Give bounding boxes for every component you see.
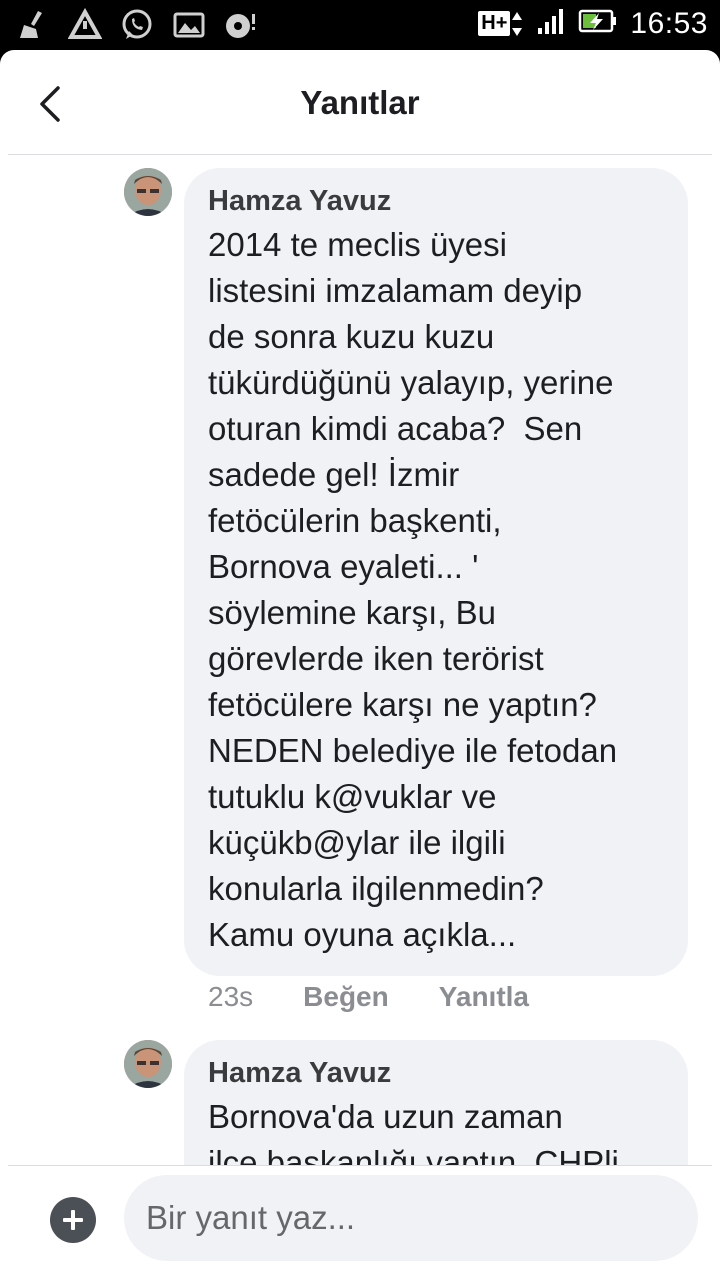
plus-icon <box>63 1210 83 1230</box>
comment-text: 2014 te meclis üyesi listesini imzalamam… <box>208 226 618 953</box>
whatsapp-icon <box>120 8 154 42</box>
reply-button[interactable]: Yanıtla <box>439 981 529 1013</box>
image-icon <box>172 8 206 42</box>
composer-divider <box>8 1165 712 1166</box>
media-icon <box>224 8 258 42</box>
comment-bubble: Hamza Yavuz Bornova'da uzun zaman ilçe b… <box>184 1040 688 1165</box>
broom-icon <box>16 8 50 42</box>
avatar[interactable] <box>124 1040 172 1088</box>
comment-author[interactable]: Hamza Yavuz <box>208 184 664 218</box>
network-h-plus-icon: H+ <box>478 9 524 39</box>
clock: 16:53 <box>630 6 708 40</box>
comment-actions: 23s Beğen Yanıtla <box>208 981 529 1013</box>
replies-screen: Yanıtlar Hamza Yavuz 2014 te meclis üyes… <box>0 50 720 1280</box>
battery-charging-icon <box>578 6 618 41</box>
comment-author[interactable]: Hamza Yavuz <box>208 1056 664 1090</box>
comment-time: 23s <box>208 981 254 1012</box>
comment-list: Hamza Yavuz 2014 te meclis üyesi listesi… <box>0 155 720 1165</box>
like-button[interactable]: Beğen <box>303 981 389 1013</box>
reply-input[interactable] <box>124 1175 698 1261</box>
status-right: H+ 16:53 <box>478 6 708 41</box>
page-title: Yanıtlar <box>300 84 420 121</box>
comment-bubble: Hamza Yavuz 2014 te meclis üyesi listesi… <box>184 168 688 976</box>
comment-text: Bornova'da uzun zaman ilçe başkanlığı ya… <box>208 1098 619 1165</box>
add-attachment-button[interactable] <box>50 1197 96 1243</box>
avatar[interactable] <box>124 168 172 216</box>
status-bar: H+ 16:53 <box>0 0 720 50</box>
reply-composer <box>0 1165 720 1280</box>
header: Yanıtlar <box>0 50 720 154</box>
warning-icon <box>68 8 102 42</box>
notification-icons <box>16 8 258 42</box>
signal-icon <box>536 6 566 41</box>
